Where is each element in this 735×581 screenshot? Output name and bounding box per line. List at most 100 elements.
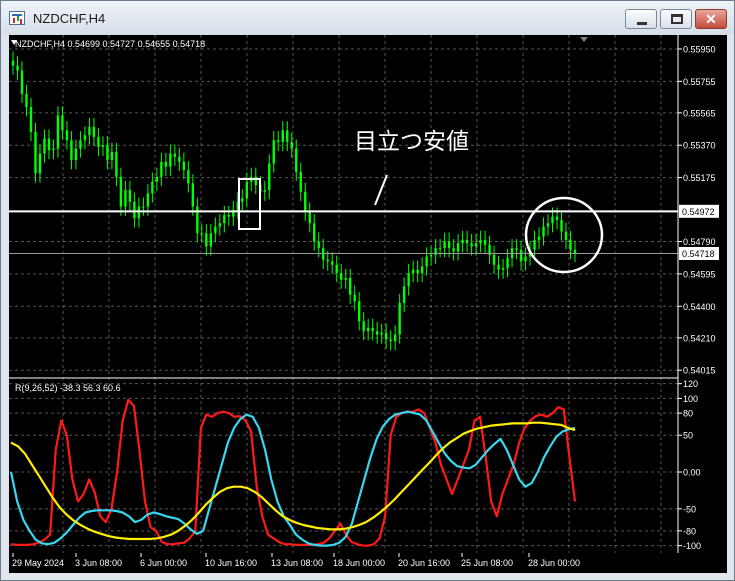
price-label: 0.55950 <box>683 44 716 54</box>
candle-body <box>241 198 244 202</box>
indicator-axis-label: -80 <box>683 526 696 536</box>
time-label: 13 Jun 08:00 <box>271 558 323 568</box>
time-label: 25 Jun 08:00 <box>461 558 513 568</box>
candle-body <box>155 176 159 182</box>
candle-body <box>137 206 141 219</box>
candle-body <box>362 321 365 332</box>
candle-body <box>173 153 177 157</box>
candle-body <box>56 115 60 149</box>
candle-body <box>299 171 302 192</box>
candle-body <box>70 140 73 161</box>
time-label: 18 Jun 00:00 <box>333 558 385 568</box>
candle-body <box>533 239 536 250</box>
candle-body <box>398 302 401 335</box>
candle-body <box>560 219 563 232</box>
candle-body <box>263 190 266 192</box>
candle-body <box>438 248 442 250</box>
svg-text:0.54972: 0.54972 <box>682 207 715 217</box>
candle-body <box>411 269 415 274</box>
candle-body <box>313 223 316 242</box>
candle-body <box>375 331 379 335</box>
maximize-button[interactable] <box>660 9 692 29</box>
candle-body <box>286 130 289 142</box>
candle-body <box>429 254 433 257</box>
candle-body <box>200 233 204 235</box>
candle-body <box>97 136 100 147</box>
candle-body <box>227 214 231 217</box>
candle-body <box>47 138 51 151</box>
candle-body <box>564 231 568 240</box>
candle-body <box>178 156 181 162</box>
candle-body <box>88 126 91 136</box>
indicator-axis-label: 0.00 <box>683 468 701 478</box>
time-label: 20 Jun 16:00 <box>398 558 450 568</box>
minimize-button[interactable] <box>625 9 657 29</box>
candle-body <box>402 286 406 303</box>
highlight-circle[interactable] <box>524 196 604 274</box>
candle-body <box>425 256 428 267</box>
candle-body <box>452 248 455 252</box>
close-button[interactable]: ✕ <box>695 9 727 29</box>
annotation-text[interactable]: 目立つ安値 <box>354 128 469 154</box>
candle-body <box>542 226 545 237</box>
candle-body <box>277 140 280 142</box>
candle-body <box>142 206 145 208</box>
candle-body <box>16 65 19 71</box>
candle-body <box>25 93 28 108</box>
candle-series <box>11 51 577 351</box>
candle-body <box>326 259 329 262</box>
window-title: NZDCHF,H4 <box>33 11 106 26</box>
candle-body <box>290 141 293 149</box>
candle-body <box>335 264 338 274</box>
candle-body <box>223 214 226 224</box>
candle-body <box>380 332 383 335</box>
candle-body <box>272 140 275 164</box>
candle-body <box>353 294 356 302</box>
candle-body <box>52 148 55 151</box>
candle-body <box>110 151 114 161</box>
minimize-icon <box>637 22 647 25</box>
chart-canvas[interactable]: NZDCHF,H4 0.54699 0.54727 0.54655 0.5471… <box>9 35 727 573</box>
chart-area[interactable]: NZDCHF,H4 0.54699 0.54727 0.54655 0.5471… <box>9 35 727 573</box>
candle-body <box>308 211 311 224</box>
price-label: 0.55565 <box>683 108 716 118</box>
title-bar[interactable]: NZDCHF,H4 ✕ <box>1 1 734 35</box>
current-price-label: 0.54718 <box>679 246 719 260</box>
candle-body <box>393 334 397 342</box>
price-label: 0.54015 <box>683 366 716 376</box>
price-label: 0.55175 <box>683 173 716 183</box>
indicator-axis-label: 50 <box>683 431 693 441</box>
candle-body <box>119 176 123 207</box>
candle-body <box>209 233 213 247</box>
candle-body <box>304 191 307 212</box>
chart-window: NZDCHF,H4 ✕ NZDCHF,H4 0.54699 0.54727 0.… <box>0 0 735 581</box>
candle-body <box>492 254 496 265</box>
price-label: 0.55755 <box>683 77 716 87</box>
candle-body <box>268 163 271 191</box>
candle-body <box>416 269 419 274</box>
shift-marker-icon[interactable] <box>580 37 588 42</box>
candle-body <box>366 327 370 332</box>
price-label: 0.54400 <box>683 302 716 312</box>
candle-body <box>83 135 87 141</box>
candle-body <box>443 241 446 249</box>
svg-text:0.54718: 0.54718 <box>682 249 715 259</box>
candle-body <box>169 153 172 167</box>
price-label: 0.54790 <box>683 237 716 247</box>
candle-body <box>61 115 64 131</box>
candle-body <box>106 145 109 161</box>
candle-body <box>407 273 410 287</box>
candle-body <box>65 130 69 141</box>
candle-body <box>537 236 541 240</box>
candle-body <box>164 161 168 167</box>
candle-body <box>371 327 374 332</box>
candle-body <box>479 239 482 244</box>
price-label: 0.54210 <box>683 333 716 343</box>
close-icon: ✕ <box>705 11 717 27</box>
candle-body <box>38 153 42 174</box>
candle-body <box>349 278 352 295</box>
candle-body <box>205 233 208 247</box>
indicator-axis: 120 100 80 50 0.00 -50 -80 -100 <box>678 379 701 551</box>
candle-body <box>295 148 298 172</box>
candle-body <box>569 239 572 250</box>
